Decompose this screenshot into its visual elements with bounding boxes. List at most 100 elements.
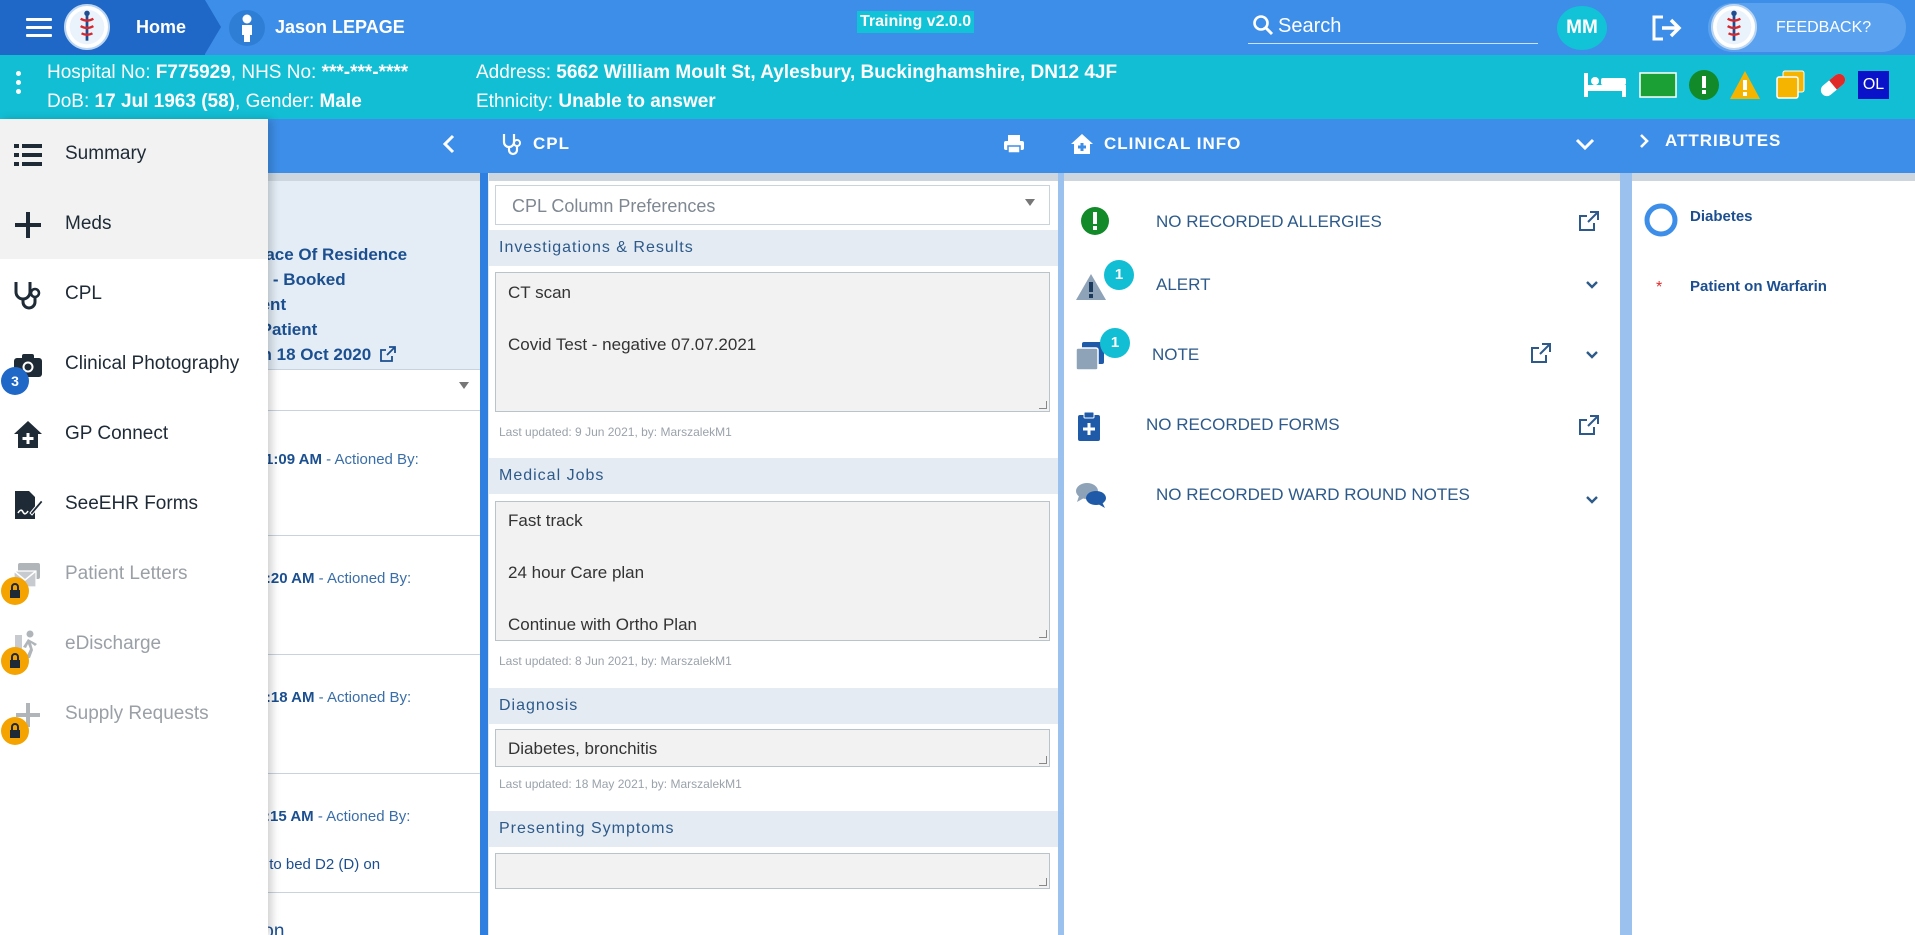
bed-icon[interactable] <box>1582 69 1628 101</box>
diagnosis-textarea[interactable]: Diabetes, bronchitis <box>495 729 1050 767</box>
warning-icon[interactable] <box>1728 69 1762 101</box>
alert-count-badge: 1 <box>1104 260 1134 290</box>
cpl-column-preferences-select[interactable]: CPL Column Preferences <box>495 185 1050 225</box>
house-medical-icon <box>14 421 42 448</box>
chevron-right-icon[interactable] <box>1636 132 1652 150</box>
investigations-section-header: Investigations & Results <box>489 230 1058 266</box>
medical-jobs-section-header: Medical Jobs <box>489 458 1058 494</box>
dob-line: DoB: 17 Jul 1963 (58), Gender: Male <box>47 91 362 112</box>
dropdown-arrow-icon <box>1025 199 1035 206</box>
nav-item-seeehr-forms[interactable]: SeeEHR Forms <box>0 469 268 539</box>
printer-icon[interactable] <box>1002 133 1026 155</box>
section-header-bar <box>0 119 1915 173</box>
nav-item-summary[interactable]: Summary <box>0 119 268 189</box>
note-row[interactable]: 1 NOTE <box>1064 328 1620 384</box>
chevron-left-icon[interactable] <box>440 133 458 155</box>
allergies-row[interactable]: NO RECORDED ALLERGIES <box>1064 198 1620 254</box>
nav-item-supply-requests[interactable]: Supply Requests <box>0 679 268 749</box>
nav-item-cpl[interactable]: CPL <box>0 259 268 329</box>
nav-item-meds[interactable]: Meds <box>0 189 268 259</box>
person-icon <box>229 10 265 46</box>
search-input[interactable]: Search <box>1248 10 1538 44</box>
house-medical-icon <box>1071 134 1093 154</box>
clinical-info-column: NO RECORDED ALLERGIES 1 ALERT 1 NOTE NO … <box>1058 173 1626 935</box>
dropdown-arrow-icon <box>459 382 469 389</box>
feedback-button[interactable]: FEEDBACK? <box>1708 3 1906 52</box>
nav-item-edischarge[interactable]: eDischarge <box>0 609 268 679</box>
alert-green-icon[interactable] <box>1688 69 1720 101</box>
nav-item-gp-connect[interactable]: GP Connect <box>0 399 268 469</box>
nhs-number: ***-***-**** <box>321 62 409 83</box>
attributes-column: Diabetes * Patient on Warfarin <box>1626 173 1915 935</box>
external-link-icon[interactable] <box>380 346 396 362</box>
green-status-icon[interactable] <box>1638 69 1678 101</box>
ward-round-notes-row[interactable]: NO RECORDED WARD ROUND NOTES <box>1064 468 1620 524</box>
ol-status-icon[interactable]: OL <box>1858 71 1889 99</box>
nav-item-patient-letters[interactable]: Patient Letters <box>0 539 268 609</box>
dob-value: 17 Jul 1963 (58) <box>94 91 236 112</box>
medication-pill-icon[interactable] <box>1816 69 1850 101</box>
diagnosis-section-header: Diagnosis <box>489 688 1058 724</box>
chevron-down-icon[interactable] <box>1574 136 1596 152</box>
feedback-label: FEEDBACK? <box>1776 19 1872 36</box>
ring-icon <box>1644 203 1678 237</box>
hospital-number: F775929 <box>155 62 231 83</box>
list-icon <box>14 144 42 166</box>
form-signature-icon <box>15 491 44 519</box>
lock-icon <box>1 577 29 605</box>
attribute-warfarin[interactable]: * Patient on Warfarin <box>1632 265 1915 315</box>
patient-name[interactable]: Jason LEPAGE <box>275 17 405 38</box>
top-bar: Home Jason LEPAGE Training v2.0.0 Search… <box>0 0 1915 55</box>
navigation-drawer: Summary Meds CPL 3 Clinical Photography … <box>0 119 268 935</box>
version-badge: Training v2.0.0 <box>857 11 975 33</box>
external-link-icon[interactable] <box>1578 414 1600 436</box>
external-link-icon[interactable] <box>1578 210 1600 232</box>
stethoscope-icon <box>502 134 521 156</box>
home-link[interactable]: Home <box>136 17 186 38</box>
warning-icon <box>1076 274 1106 300</box>
feedback-logo-icon <box>1711 4 1757 50</box>
attribute-diabetes[interactable]: Diabetes <box>1632 195 1915 245</box>
cpl-header-title: CPL <box>533 134 570 153</box>
clinical-info-header-title: CLINICAL INFO <box>1104 134 1242 153</box>
chevron-down-icon[interactable] <box>1585 280 1599 290</box>
lock-icon <box>1 717 29 745</box>
app-logo-icon[interactable] <box>64 4 110 50</box>
note-count-badge: 1 <box>1100 328 1130 358</box>
photography-count-badge: 3 <box>1 367 29 395</box>
patient-banner: Hospital No: F775929, NHS No: ***-***-**… <box>0 55 1915 119</box>
forms-row[interactable]: NO RECORDED FORMS <box>1064 398 1620 454</box>
notes-stack-icon[interactable] <box>1774 69 1806 101</box>
investigations-textarea[interactable]: CT scan Covid Test - negative 07.07.2021 <box>495 272 1050 412</box>
home-segment: Home <box>0 0 221 55</box>
avatar[interactable]: MM <box>1557 6 1607 50</box>
presenting-symptoms-textarea[interactable] <box>495 853 1050 889</box>
ethnicity-value: Unable to answer <box>558 91 716 112</box>
stethoscope-icon <box>14 282 41 310</box>
plus-icon <box>15 212 41 238</box>
search-placeholder: Search <box>1278 15 1342 37</box>
hamburger-menu-icon[interactable] <box>26 18 52 38</box>
address-value: 5662 William Moult St, Aylesbury, Buckin… <box>556 62 1118 83</box>
attributes-header-title: ATTRIBUTES <box>1665 131 1782 150</box>
ethnicity-line: Ethnicity: Unable to answer <box>476 91 716 112</box>
logout-icon[interactable] <box>1650 14 1684 42</box>
hospital-number-line: Hospital No: F775929, NHS No: ***-***-**… <box>47 62 409 83</box>
search-icon <box>1253 15 1274 36</box>
clipboard-medical-icon <box>1078 411 1100 441</box>
medical-jobs-textarea[interactable]: Fast track 24 hour Care plan Continue wi… <box>495 501 1050 641</box>
medical-jobs-last-updated: Last updated: 8 Jun 2021, by: MarszalekM… <box>499 654 732 668</box>
address-line: Address: 5662 William Moult St, Aylesbur… <box>476 62 1118 83</box>
diagnosis-last-updated: Last updated: 18 May 2021, by: Marszalek… <box>499 777 742 791</box>
allergy-alert-icon <box>1081 207 1109 235</box>
cpl-column: CPL Column Preferences Investigations & … <box>489 173 1058 935</box>
chevron-down-icon[interactable] <box>1585 350 1599 360</box>
chevron-down-icon[interactable] <box>1585 495 1599 505</box>
asterisk-icon: * <box>1656 279 1663 296</box>
alert-row[interactable]: 1 ALERT <box>1064 258 1620 314</box>
nav-item-clinical-photography[interactable]: 3 Clinical Photography <box>0 329 268 399</box>
gender-value: Male <box>319 91 362 112</box>
vertical-ellipsis-icon[interactable] <box>16 71 22 101</box>
external-link-icon[interactable] <box>1530 342 1552 364</box>
comments-icon <box>1076 483 1106 508</box>
